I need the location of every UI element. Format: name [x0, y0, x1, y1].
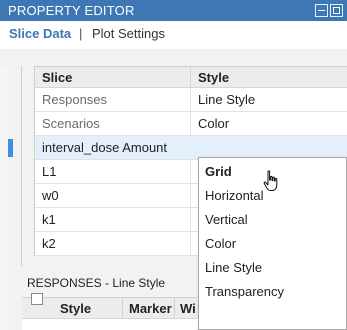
- slice-column-header[interactable]: Slice: [42, 70, 72, 85]
- column-separator: [190, 208, 191, 232]
- style-column-header[interactable]: Style: [60, 301, 91, 316]
- style-cell[interactable]: Line Style: [198, 92, 255, 107]
- responses-table-header: Style Marker Wi: [22, 298, 222, 319]
- option-label: Grid: [205, 164, 232, 179]
- column-separator: [190, 67, 191, 88]
- option-label: Vertical: [205, 212, 248, 227]
- row-checkbox[interactable]: [31, 293, 43, 305]
- table-row[interactable]: Scenarios Color: [35, 112, 347, 136]
- window-title: PROPERTY EDITOR: [8, 3, 135, 18]
- slice-cell: k1: [42, 212, 56, 227]
- column-separator: [190, 184, 191, 208]
- slice-cell: interval_dose Amount: [42, 140, 168, 155]
- option-label: Line Style: [205, 260, 263, 275]
- minimize-button[interactable]: [315, 4, 328, 17]
- tab-bar: Slice Data | Plot Settings: [0, 21, 347, 49]
- slice-cell: L1: [42, 164, 57, 179]
- slice-cell: k2: [42, 236, 56, 251]
- column-separator: [190, 88, 191, 112]
- column-separator: [122, 298, 123, 319]
- slice-table-header: Slice Style: [35, 67, 347, 88]
- vertical-divider[interactable]: [21, 66, 22, 266]
- left-gutter: [0, 66, 8, 330]
- style-column-header[interactable]: Style: [198, 70, 229, 85]
- responses-label: RESPONSES - Line Style: [27, 276, 166, 290]
- dropdown-option-transparency[interactable]: Transparency: [199, 280, 346, 304]
- dropdown-option-line-style[interactable]: Line Style: [199, 256, 346, 280]
- row-indicator: [8, 139, 13, 157]
- column-separator: [190, 232, 191, 256]
- style-cell[interactable]: Color: [198, 116, 229, 131]
- marker-column-header[interactable]: Marker: [129, 301, 172, 316]
- maximize-button[interactable]: [330, 4, 343, 17]
- column-separator: [190, 160, 191, 184]
- tab-plot-settings[interactable]: Plot Settings: [92, 26, 165, 41]
- width-column-header[interactable]: Wi: [180, 301, 196, 316]
- dropdown-option-vertical[interactable]: Vertical: [199, 208, 346, 232]
- option-label: Horizontal: [205, 188, 264, 203]
- option-label: Color: [205, 236, 237, 251]
- option-label: Transparency: [205, 284, 284, 299]
- title-bar: PROPERTY EDITOR: [0, 0, 347, 21]
- column-separator: [174, 298, 175, 319]
- column-separator: [190, 112, 191, 136]
- tab-separator: |: [79, 26, 83, 41]
- tab-slice-data[interactable]: Slice Data: [9, 26, 71, 41]
- dropdown-option-color[interactable]: Color: [199, 232, 346, 256]
- table-row[interactable]: Responses Line Style: [35, 88, 347, 112]
- hand-cursor-icon: [263, 170, 278, 191]
- slice-cell: w0: [42, 188, 59, 203]
- slice-cell: Scenarios: [42, 116, 100, 131]
- responses-table: Style Marker Wi: [22, 297, 222, 330]
- slice-cell: Responses: [42, 92, 108, 107]
